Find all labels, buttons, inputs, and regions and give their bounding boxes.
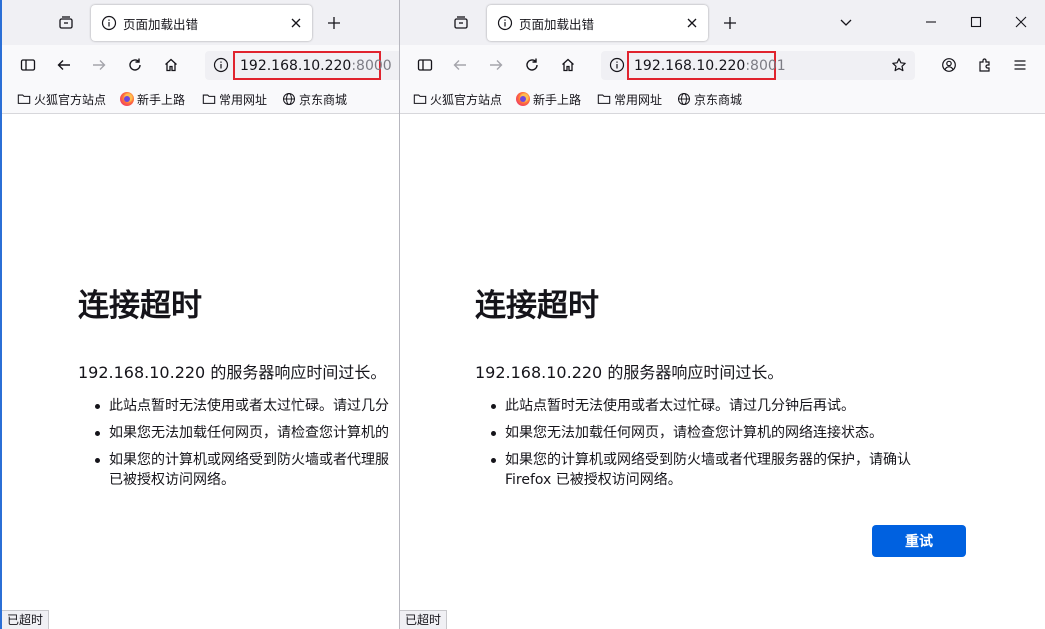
info-icon bbox=[101, 15, 117, 31]
bookmark-folder-1[interactable]: 火狐官方站点 bbox=[17, 90, 106, 108]
bookmark-label: 新手上路 bbox=[533, 92, 582, 107]
bookmark-label: 常用网址 bbox=[614, 92, 663, 107]
bookmark-item-2[interactable]: 新手上路 bbox=[516, 90, 581, 108]
nav-toolbar: 192.168.10.220:8000 bbox=[2, 45, 400, 85]
close-icon bbox=[1015, 16, 1027, 28]
plus-icon bbox=[724, 17, 736, 29]
status-bar: 已超时 bbox=[400, 610, 448, 629]
bookmarks-toolbar: 火狐官方站点 新手上路 常用网址 京东商城 bbox=[400, 85, 1045, 114]
reload-button[interactable] bbox=[518, 51, 546, 79]
bookmark-label: 京东商城 bbox=[299, 92, 348, 107]
status-bar: 已超时 bbox=[2, 610, 50, 629]
url-host: 192.168.10.220 bbox=[634, 57, 746, 74]
url-host: 192.168.10.220 bbox=[240, 57, 352, 74]
globe-icon bbox=[678, 93, 690, 105]
close-tab-icon[interactable] bbox=[684, 15, 700, 31]
error-suggestions: 此站点暂时无法使用或者太过忙碌。请过几分 如果您无法加载任何网页，请检查您计算机… bbox=[93, 396, 400, 497]
list-item-continuation: 已被授权访问网络。 bbox=[109, 472, 235, 488]
error-description: 192.168.10.220 的服务器响应时间过长。 bbox=[78, 363, 387, 382]
minimize-icon bbox=[926, 21, 936, 23]
firefox-view-icon[interactable] bbox=[447, 9, 475, 37]
sidebar-toggle-icon[interactable] bbox=[14, 51, 42, 79]
maximize-button[interactable] bbox=[962, 8, 990, 36]
chevron-down-icon bbox=[840, 19, 852, 26]
plus-icon bbox=[328, 17, 340, 29]
back-button[interactable] bbox=[50, 51, 78, 79]
back-button[interactable] bbox=[446, 51, 474, 79]
browser-window-right: 页面加载出错 192.168.10.220:8001 火狐官方站点 新手上路 … bbox=[399, 0, 1045, 629]
list-item: 如果您的计算机或网络受到防火墙或者代理服务器的保护，请确认 bbox=[489, 450, 969, 470]
bookmark-label: 京东商城 bbox=[694, 92, 743, 107]
sidebar-toggle-icon[interactable] bbox=[411, 51, 439, 79]
new-tab-button[interactable] bbox=[320, 9, 348, 37]
bookmark-folder-3[interactable]: 常用网址 bbox=[202, 90, 267, 108]
list-all-tabs-button[interactable] bbox=[832, 8, 860, 36]
list-item: 如果您的计算机或网络受到防火墙或者代理服 bbox=[93, 450, 400, 470]
error-title: 连接超时 bbox=[475, 288, 599, 324]
url-port: :8001 bbox=[745, 57, 786, 74]
bookmark-item-4[interactable]: 京东商城 bbox=[677, 90, 742, 108]
list-item: 如果您无法加载任何网页，请检查您计算机的网络连接状态。 bbox=[489, 423, 969, 443]
bookmark-label: 火狐官方站点 bbox=[430, 92, 503, 107]
tab-bar: 页面加载出错 bbox=[2, 0, 400, 45]
account-icon[interactable] bbox=[935, 51, 963, 79]
list-item: 此站点暂时无法使用或者太过忙碌。请过几分 bbox=[93, 396, 400, 416]
retry-button[interactable]: 重试 bbox=[872, 525, 966, 557]
folder-icon bbox=[413, 94, 427, 104]
error-title: 连接超时 bbox=[78, 288, 202, 324]
list-item: 如果您无法加载任何网页，请检查您计算机的 bbox=[93, 423, 400, 443]
tab-active[interactable]: 页面加载出错 bbox=[487, 5, 708, 41]
page-content: 连接超时 192.168.10.220 的服务器响应时间过长。 此站点暂时无法使… bbox=[2, 114, 400, 629]
error-suggestions: 此站点暂时无法使用或者太过忙碌。请过几分钟后再试。 如果您无法加载任何网页，请检… bbox=[489, 396, 969, 497]
firefox-icon bbox=[516, 92, 530, 106]
firefox-view-icon[interactable] bbox=[52, 9, 80, 37]
info-icon bbox=[497, 15, 513, 31]
tab-active[interactable]: 页面加载出错 bbox=[91, 5, 312, 41]
reload-button[interactable] bbox=[121, 51, 149, 79]
nav-toolbar: 192.168.10.220:8001 bbox=[400, 45, 1045, 85]
bookmark-label: 新手上路 bbox=[137, 92, 186, 107]
list-item: 此站点暂时无法使用或者太过忙碌。请过几分钟后再试。 bbox=[489, 396, 969, 416]
forward-button[interactable] bbox=[482, 51, 510, 79]
tab-bar: 页面加载出错 bbox=[400, 0, 1045, 45]
bookmarks-toolbar: 火狐官方站点 新手上路 常用网址 京东商城 bbox=[2, 85, 400, 114]
bookmark-item-4[interactable]: 京东商城 bbox=[282, 90, 347, 108]
bookmark-item-2[interactable]: 新手上路 bbox=[120, 90, 185, 108]
url-port: :8000 bbox=[351, 57, 392, 74]
tab-title: 页面加载出错 bbox=[123, 17, 199, 32]
extensions-icon[interactable] bbox=[971, 51, 999, 79]
folder-icon bbox=[202, 94, 216, 104]
bookmark-label: 常用网址 bbox=[219, 92, 268, 107]
page-content: 连接超时 192.168.10.220 的服务器响应时间过长。 此站点暂时无法使… bbox=[400, 114, 1045, 629]
home-button[interactable] bbox=[554, 51, 582, 79]
site-info-icon[interactable] bbox=[213, 57, 229, 73]
bookmark-folder-1[interactable]: 火狐官方站点 bbox=[413, 90, 502, 108]
folder-icon bbox=[597, 94, 611, 104]
browser-window-left: 页面加载出错 192.168.10.220:8000 火狐官方站点 新手上路 … bbox=[0, 0, 400, 629]
new-tab-button[interactable] bbox=[716, 9, 744, 37]
url-text[interactable]: 192.168.10.220:8000 bbox=[233, 51, 392, 80]
forward-button[interactable] bbox=[85, 51, 113, 79]
maximize-icon bbox=[970, 16, 982, 28]
bookmark-folder-3[interactable]: 常用网址 bbox=[597, 90, 662, 108]
star-icon[interactable] bbox=[891, 57, 907, 73]
close-tab-icon[interactable] bbox=[288, 15, 304, 31]
home-button[interactable] bbox=[157, 51, 185, 79]
menu-icon[interactable] bbox=[1006, 51, 1034, 79]
folder-icon bbox=[17, 94, 31, 104]
close-window-button[interactable] bbox=[1007, 8, 1035, 36]
site-info-icon[interactable] bbox=[609, 57, 625, 73]
bookmark-label: 火狐官方站点 bbox=[34, 92, 107, 107]
error-description: 192.168.10.220 的服务器响应时间过长。 bbox=[475, 363, 784, 382]
url-text[interactable]: 192.168.10.220:8001 bbox=[627, 51, 786, 80]
globe-icon bbox=[283, 93, 295, 105]
tab-title: 页面加载出错 bbox=[519, 17, 595, 32]
firefox-icon bbox=[120, 92, 134, 106]
list-item-continuation: Firefox 已被授权访问网络。 bbox=[505, 472, 682, 488]
minimize-button[interactable] bbox=[917, 8, 945, 36]
